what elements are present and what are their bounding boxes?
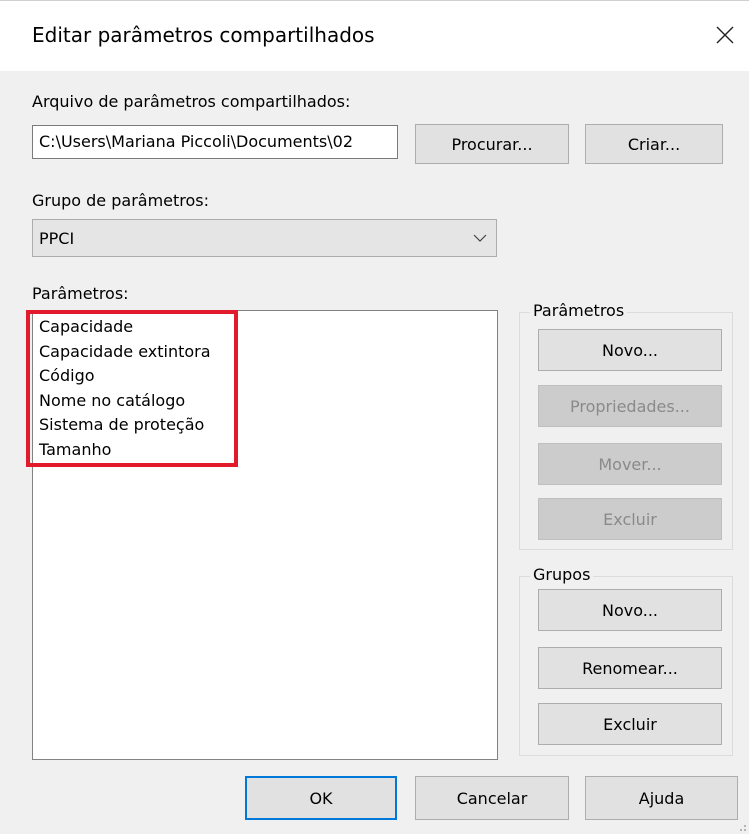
parameter-group-label: Grupo de parâmetros:: [32, 191, 210, 210]
close-icon: [716, 26, 734, 44]
list-item[interactable]: Nome no catálogo: [39, 389, 497, 414]
cancel-button[interactable]: Cancelar: [415, 776, 569, 820]
delete-group-button[interactable]: Excluir: [538, 703, 722, 745]
groups-group-legend: Grupos: [530, 565, 594, 584]
shared-file-label: Arquivo de parâmetros compartilhados:: [32, 92, 351, 111]
list-item[interactable]: Capacidade: [39, 315, 497, 340]
list-item[interactable]: Sistema de proteção: [39, 413, 497, 438]
parameter-group-dropdown[interactable]: PPCI: [32, 219, 497, 257]
list-item[interactable]: Código: [39, 364, 497, 389]
parameters-group-legend: Parâmetros: [530, 301, 628, 320]
resize-grip-icon[interactable]: [735, 820, 747, 832]
rename-group-button[interactable]: Renomear...: [538, 647, 722, 689]
shared-file-path-field[interactable]: C:\Users\Mariana Piccoli\Documents\02: [32, 125, 398, 159]
move-button[interactable]: Mover...: [538, 443, 722, 485]
title-bar: Editar parâmetros compartilhados: [0, 0, 749, 71]
browse-button[interactable]: Procurar...: [415, 124, 569, 164]
ok-button[interactable]: OK: [245, 776, 397, 820]
delete-parameter-button[interactable]: Excluir: [538, 498, 722, 540]
new-parameter-button[interactable]: Novo...: [538, 329, 722, 371]
create-button[interactable]: Criar...: [585, 124, 723, 164]
new-group-button[interactable]: Novo...: [538, 589, 722, 631]
window-title: Editar parâmetros compartilhados: [32, 23, 375, 47]
help-button[interactable]: Ajuda: [585, 776, 738, 820]
list-item[interactable]: Tamanho: [39, 438, 497, 463]
chevron-down-icon: [473, 234, 487, 242]
properties-button[interactable]: Propriedades...: [538, 385, 722, 427]
close-button[interactable]: [706, 15, 744, 55]
list-item[interactable]: Capacidade extintora: [39, 340, 497, 365]
parameters-list[interactable]: Capacidade Capacidade extintora Código N…: [32, 310, 498, 760]
parameter-group-selected: PPCI: [39, 229, 75, 248]
parameters-label: Parâmetros:: [32, 284, 129, 303]
